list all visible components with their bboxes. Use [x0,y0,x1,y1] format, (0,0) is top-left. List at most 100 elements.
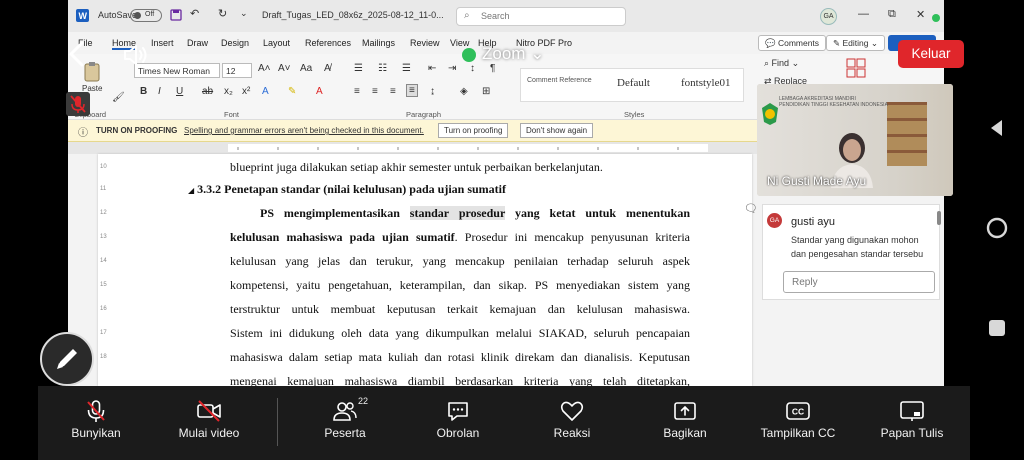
proofing-message: Spelling and grammar errors aren't being… [184,126,424,135]
bullets-icon[interactable]: ☰ [354,63,363,74]
meeting-toolbar: Bunyikan Mulai video 22 Peserta Obrolan … [38,386,970,460]
close-window-icon[interactable]: ✕ [916,8,925,21]
align-center-icon[interactable]: ≡ [372,86,378,97]
menu-draw[interactable]: Draw [187,38,208,48]
styles-group-label: Styles [624,110,645,119]
pencil-icon [57,349,77,369]
comment-reply-input[interactable]: Reply [783,271,935,293]
document-title: Draft_Tugas_LED_08x6z_2025-08-12_11-0... [262,10,444,20]
search-box[interactable]: ⌕ Search [456,7,626,26]
annotate-button[interactable] [40,332,94,386]
user-avatar[interactable]: GA [820,8,837,25]
align-right-icon[interactable]: ≡ [390,86,396,97]
bold-text: yang ketat untuk menentukan [505,206,690,220]
unmute-button[interactable]: Bunyikan [52,386,140,460]
muted-mic-icon [87,400,105,422]
superscript-icon[interactable]: x² [242,86,250,97]
doc-line-bold: PS mengimplementasikan standar prosedur … [260,206,690,221]
toolbar-divider [277,398,278,446]
video-off-icon [197,400,221,422]
editing-button[interactable]: ✎ Editing ⌄ [826,35,885,51]
line-spacing-icon[interactable]: ↨ [430,86,435,97]
vertical-ruler-mark: 10 [100,164,107,170]
reactions-button[interactable]: Reaksi [528,386,616,460]
underline-icon[interactable]: U [176,86,183,97]
style-comment-reference[interactable]: Comment Reference [527,77,592,84]
decrease-indent-icon[interactable]: ⇤ [428,63,436,74]
comments-panel: GA gusti ayu Standar yang digunakan moho… [762,200,942,386]
menu-references[interactable]: References [305,38,351,48]
menu-layout[interactable]: Layout [263,38,290,48]
closed-caption-button[interactable]: CC Tampilkan CC [750,386,846,460]
increase-indent-icon[interactable]: ⇥ [448,63,456,74]
comments-button[interactable]: 💬 Comments [758,35,827,51]
format-painter-icon[interactable]: 🖌 [112,92,125,103]
sort-icon[interactable]: ↕ [470,63,475,74]
collapse-heading-icon[interactable]: ◢ [188,186,194,195]
start-video-button[interactable]: Mulai video [162,386,256,460]
share-screen-button[interactable]: Bagikan [640,386,730,460]
justify-icon[interactable]: ≡ [406,84,418,97]
participants-button[interactable]: 22 Peserta [302,386,388,460]
bold-icon[interactable]: B [140,86,147,97]
autosave-toggle[interactable]: Off [130,9,162,22]
whiteboard-button[interactable]: Papan Tulis [864,386,960,460]
comments-scrollbar[interactable] [937,211,941,225]
dont-show-again-button[interactable]: Don't show again [520,123,594,138]
unmute-label: Bunyikan [71,426,121,440]
find-button[interactable]: ⌕ Find ⌄ [764,58,799,69]
italic-icon[interactable]: I [158,86,161,97]
minimize-icon[interactable]: — [858,8,869,20]
cc-text: CC [792,407,804,417]
redo-icon[interactable]: ↻ [218,7,227,20]
quick-access-dropdown-icon[interactable]: ⌄ [240,8,248,19]
share-screen-icon [674,402,696,420]
align-left-icon[interactable]: ≡ [354,86,360,97]
grow-font-icon[interactable]: A˄ [258,63,271,74]
font-color-icon[interactable]: A [316,86,323,97]
shrink-font-icon[interactable]: A˅ [278,63,291,74]
menu-mailings[interactable]: Mailings [362,38,395,48]
font-size-box[interactable]: 12 [222,63,252,78]
video-bookshelf [887,102,927,166]
add-ins-icon[interactable] [846,58,866,78]
proofing-title: TURN ON PROOFING [96,126,178,135]
styles-gallery[interactable]: Comment Reference Default fontstyle01 [520,68,744,102]
participant-video-tile[interactable]: LEMBAGA AKREDITASI MANDIRI PENDIDIKAN TIN… [757,84,953,196]
style-default[interactable]: Default [617,77,650,89]
highlight-icon[interactable]: ✎ [288,86,296,97]
multilevel-icon[interactable]: ☰ [402,63,411,74]
comment-card[interactable]: GA gusti ayu Standar yang digunakan moho… [762,204,941,300]
participants-label: Peserta [324,426,366,440]
back-arrow-icon[interactable] [66,40,88,68]
menu-review[interactable]: Review [410,38,440,48]
leave-button[interactable]: Keluar [898,40,964,68]
comment-marker-icon[interactable]: 🗨 [744,202,758,215]
speaker-icon[interactable] [122,42,152,68]
bold-text: PS mengimplementasikan [260,206,410,220]
show-marks-icon[interactable]: ¶ [490,63,495,74]
shading-icon[interactable]: ◈ [460,86,468,97]
numbering-icon[interactable]: ☷ [378,63,387,74]
menu-insert[interactable]: Insert [151,38,174,48]
nav-back-icon[interactable] [985,116,1009,140]
save-icon[interactable] [170,9,182,21]
undo-icon[interactable]: ↶ [190,7,199,20]
nav-recents-icon[interactable] [985,316,1009,340]
nav-home-icon[interactable] [985,216,1009,240]
change-case-icon[interactable]: Aa [300,63,312,74]
chat-button[interactable]: Obrolan [414,386,502,460]
strikethrough-icon[interactable]: ab [202,86,213,97]
borders-icon[interactable]: ⊞ [482,86,490,97]
turn-on-proofing-button[interactable]: Turn on proofing [438,123,509,138]
style-fontstyle01[interactable]: fontstyle01 [681,77,731,89]
document-page[interactable]: 10 11 12 13 14 15 16 17 18 blueprint jug… [98,154,758,386]
restore-icon[interactable]: ⧉ [888,8,896,21]
vertical-ruler-mark: 12 [100,210,107,216]
menu-design[interactable]: Design [221,38,249,48]
video-banner: LEMBAGA AKREDITASI MANDIRI PENDIDIKAN TIN… [779,96,888,108]
clear-format-icon[interactable]: A̸ [324,63,331,74]
zoom-title-button[interactable]: Zoom ⌄ [462,44,544,64]
subscript-icon[interactable]: x₂ [224,86,233,97]
text-effects-icon[interactable]: A [262,86,269,97]
